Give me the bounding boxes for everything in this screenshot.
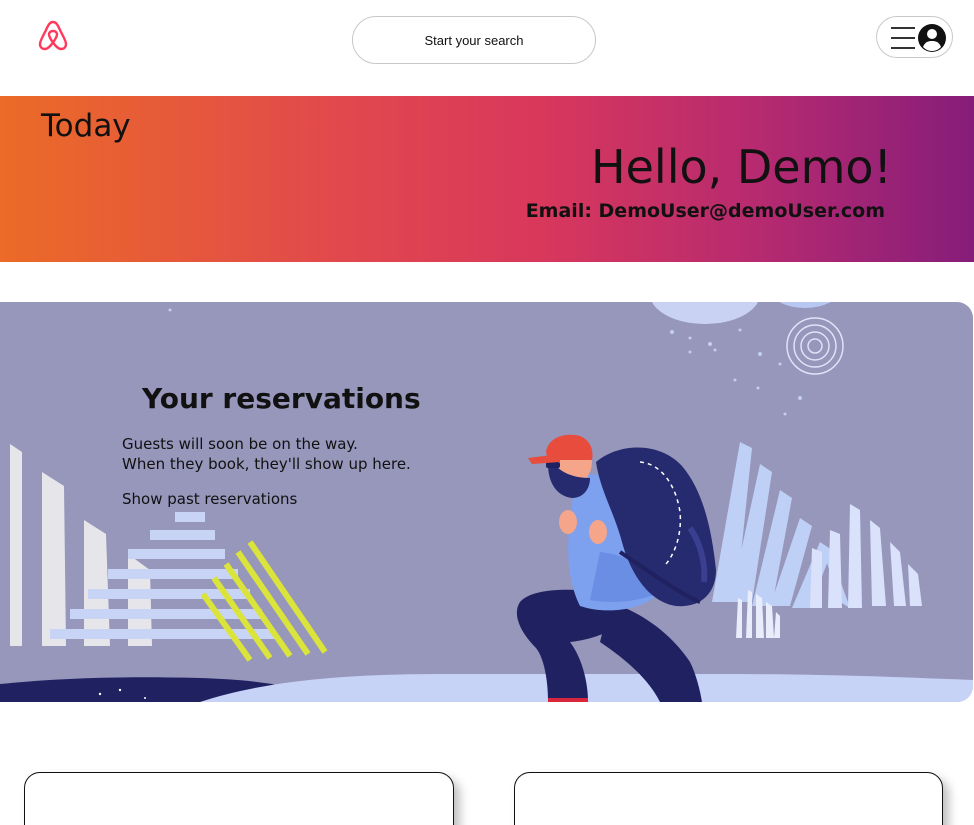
reservations-heading: Your reservations [142, 382, 421, 415]
info-card[interactable] [24, 772, 454, 825]
reservations-card: Your reservations Guests will soon be on… [0, 302, 973, 702]
description-line: When they book, they'll show up here. [122, 455, 411, 473]
reservations-description: Guests will soon be on the way. When the… [122, 434, 462, 474]
airbnb-logo-icon[interactable] [36, 18, 70, 52]
search-button[interactable]: Start your search [352, 16, 596, 64]
user-avatar-icon [917, 23, 947, 53]
top-navigation: Start your search [0, 0, 974, 96]
description-line: Guests will soon be on the way. [122, 435, 358, 453]
hamburger-menu-icon [889, 25, 917, 51]
user-email: Email: DemoUser@demoUser.com [525, 200, 885, 222]
greeting-heading: Hello, Demo! [591, 140, 892, 194]
profile-banner: Today Hello, Demo! Email: DemoUser@demoU… [0, 96, 974, 262]
today-heading: Today [41, 108, 131, 144]
show-past-reservations-link[interactable]: Show past reservations [122, 490, 297, 508]
info-card[interactable] [514, 772, 943, 825]
user-menu-button[interactable] [876, 16, 953, 58]
